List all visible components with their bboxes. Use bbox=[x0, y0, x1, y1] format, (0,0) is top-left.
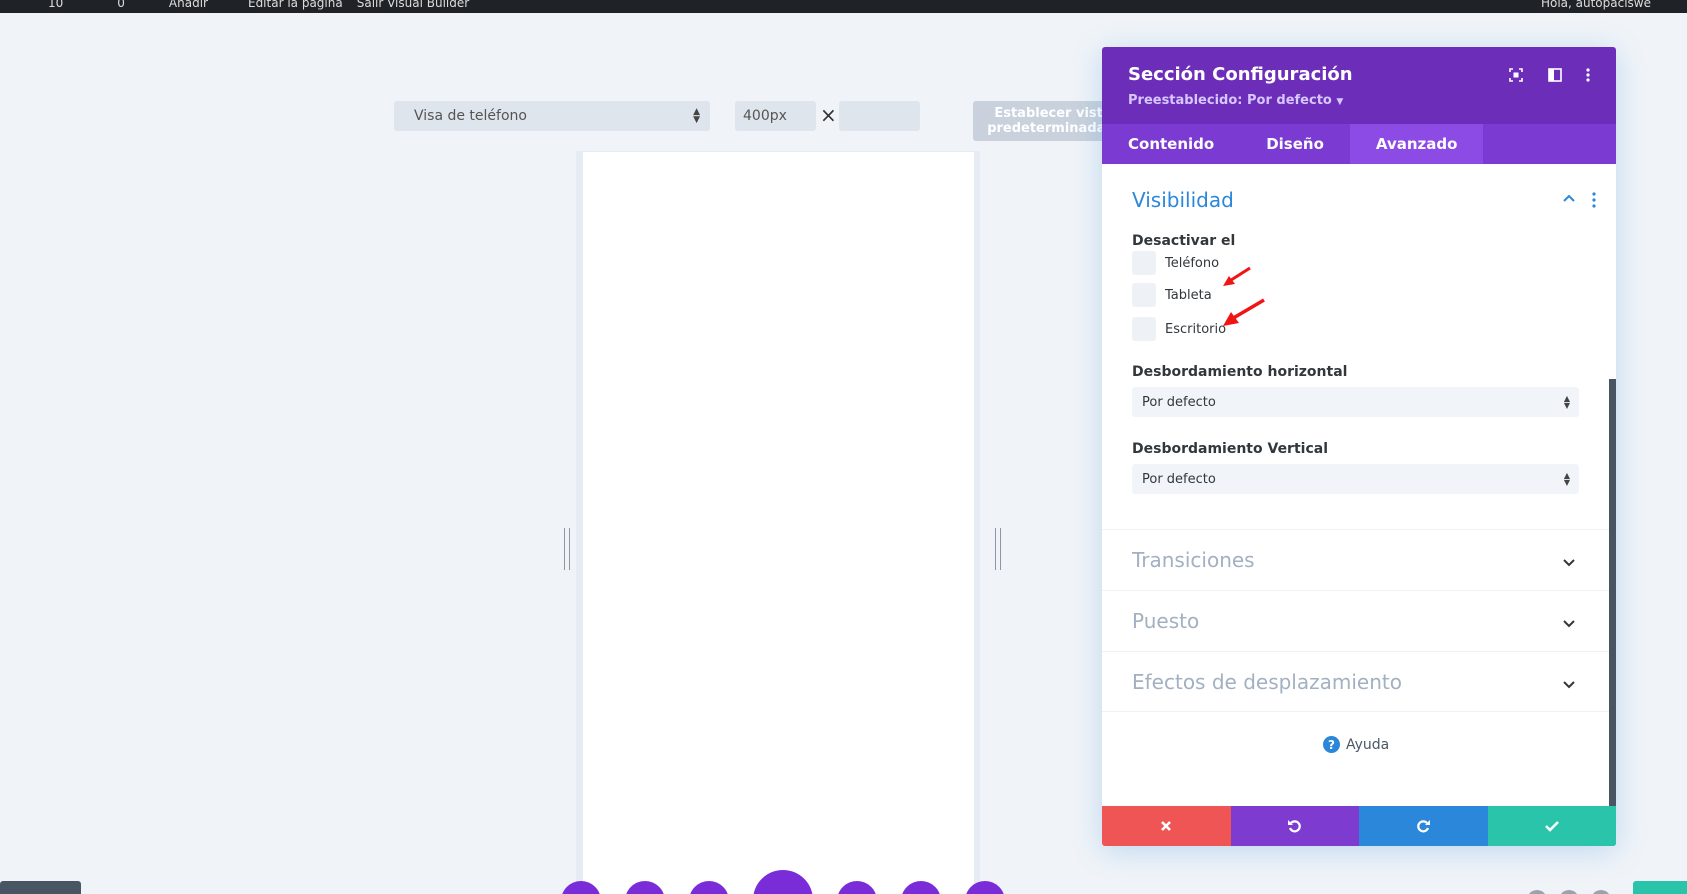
cancel-button[interactable] bbox=[1102, 806, 1231, 846]
overflow-horizontal-select[interactable]: Por defecto ▲ ▼ bbox=[1132, 387, 1579, 417]
modal-title: Sección Configuración bbox=[1128, 64, 1353, 85]
section-options-icon[interactable] bbox=[1590, 191, 1598, 209]
bottom-right-dot-2[interactable] bbox=[1559, 890, 1579, 894]
chevron-up-icon[interactable] bbox=[1561, 191, 1577, 207]
help-link[interactable]: ? Ayuda bbox=[1323, 736, 1389, 753]
redo-icon bbox=[1417, 820, 1431, 833]
undo-icon bbox=[1287, 820, 1301, 833]
resize-handle-left[interactable] bbox=[564, 528, 570, 570]
checkbox-desktop[interactable] bbox=[1132, 317, 1156, 341]
undo-button[interactable] bbox=[1230, 806, 1359, 846]
section-scroll-effects-title: Efectos de desplazamiento bbox=[1132, 670, 1402, 694]
annotation-arrow-1-icon bbox=[1223, 266, 1251, 286]
admin-bar-item-edit-page[interactable]: Editar la página bbox=[248, 0, 343, 10]
checkbox-phone[interactable] bbox=[1132, 251, 1156, 275]
caret-down-icon: ▼ bbox=[1336, 97, 1344, 107]
bottom-right-save-tab[interactable] bbox=[1633, 881, 1687, 894]
checkbox-tablet-row[interactable]: Tableta bbox=[1132, 283, 1212, 307]
checkbox-phone-label: Teléfono bbox=[1165, 255, 1220, 271]
bottom-left-toggle[interactable] bbox=[0, 881, 81, 894]
modal-content: Visibilidad Desactivar el Teléfono Table… bbox=[1102, 164, 1616, 793]
section-scroll-effects[interactable]: Efectos de desplazamiento bbox=[1102, 651, 1609, 712]
modal-header[interactable]: Sección Configuración Preestablecido: Po… bbox=[1102, 47, 1616, 124]
section-transitions[interactable]: Transiciones bbox=[1102, 529, 1609, 590]
modal-footer bbox=[1102, 806, 1616, 846]
help-icon: ? bbox=[1323, 736, 1340, 753]
bottom-right-dot-1[interactable] bbox=[1527, 890, 1547, 894]
select-arrows-icon: ▲ ▼ bbox=[1563, 394, 1570, 410]
admin-bar-greeting[interactable]: Hola, autopaclswe bbox=[1541, 0, 1651, 10]
overflow-vertical-select[interactable]: Por defecto ▲ ▼ bbox=[1132, 464, 1579, 494]
preset-selector[interactable]: Preestablecido: Por defecto ▼ bbox=[1128, 93, 1343, 108]
admin-bar-item-updates[interactable]: 0 bbox=[117, 0, 125, 10]
help-label: Ayuda bbox=[1346, 736, 1390, 753]
disable-on-label: Desactivar el bbox=[1132, 233, 1236, 249]
admin-bar-item-comments-count[interactable]: 10 bbox=[48, 0, 63, 10]
resize-handle-right[interactable] bbox=[995, 528, 1001, 570]
overflow-horizontal-label: Desbordamiento horizontal bbox=[1132, 364, 1348, 380]
preset-label: Preestablecido: Por defecto bbox=[1128, 93, 1332, 108]
admin-bar-item-exit-builder[interactable]: Salir Visual Builder bbox=[357, 0, 469, 10]
admin-bar: 10 0 Añadir Editar la página Salir Visua… bbox=[0, 0, 1687, 13]
overflow-vertical-label: Desbordamiento Vertical bbox=[1132, 441, 1328, 457]
section-position-title: Puesto bbox=[1132, 609, 1200, 633]
select-arrows-icon: ▲ ▼ bbox=[693, 107, 700, 125]
check-icon bbox=[1544, 821, 1559, 832]
checkbox-desktop-row[interactable]: Escritorio bbox=[1132, 317, 1226, 341]
section-transitions-title: Transiciones bbox=[1132, 548, 1255, 572]
tab-advanced[interactable]: Avanzado bbox=[1349, 124, 1484, 164]
phone-preview-screen[interactable] bbox=[583, 152, 974, 894]
chevron-down-icon bbox=[1563, 620, 1575, 628]
more-vertical-icon[interactable] bbox=[1578, 65, 1598, 85]
save-button[interactable] bbox=[1487, 806, 1616, 846]
device-select-value: Visa de teléfono bbox=[414, 108, 527, 124]
chevron-down-icon bbox=[1563, 681, 1575, 689]
width-input[interactable]: 400px bbox=[735, 101, 816, 131]
times-icon: × bbox=[820, 103, 837, 127]
fullscreen-icon[interactable] bbox=[1506, 65, 1526, 85]
annotation-arrow-2-icon bbox=[1223, 298, 1265, 326]
modal-scrollbar[interactable] bbox=[1609, 379, 1616, 846]
tab-content[interactable]: Contenido bbox=[1102, 124, 1240, 164]
checkbox-tablet[interactable] bbox=[1132, 283, 1156, 307]
checkbox-phone-row[interactable]: Teléfono bbox=[1132, 251, 1219, 275]
checkbox-tablet-label: Tableta bbox=[1165, 287, 1212, 303]
width-input-value: 400px bbox=[743, 108, 787, 124]
checkbox-desktop-label: Escritorio bbox=[1165, 321, 1227, 337]
close-icon bbox=[1161, 821, 1172, 831]
select-arrows-icon: ▲ ▼ bbox=[1563, 471, 1570, 487]
section-settings-modal: Sección Configuración Preestablecido: Po… bbox=[1102, 47, 1616, 846]
bottom-right-dot-3[interactable] bbox=[1591, 890, 1611, 894]
admin-bar-item-add[interactable]: Añadir bbox=[169, 0, 208, 10]
tab-design[interactable]: Diseño bbox=[1240, 124, 1350, 164]
section-position[interactable]: Puesto bbox=[1102, 590, 1609, 651]
chevron-down-icon bbox=[1563, 559, 1575, 567]
overflow-vertical-value: Por defecto bbox=[1142, 471, 1216, 487]
overflow-horizontal-value: Por defecto bbox=[1142, 394, 1216, 410]
height-input[interactable] bbox=[839, 101, 920, 131]
redo-button[interactable] bbox=[1359, 806, 1488, 846]
modal-tabs: Contenido Diseño Avanzado bbox=[1102, 124, 1616, 164]
split-view-icon[interactable] bbox=[1545, 65, 1565, 85]
visibility-section-title[interactable]: Visibilidad bbox=[1132, 188, 1234, 212]
device-select[interactable]: Visa de teléfono ▲ ▼ bbox=[394, 101, 710, 131]
